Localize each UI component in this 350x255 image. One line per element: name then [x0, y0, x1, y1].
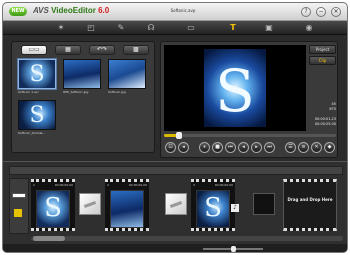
- title-bar: NEW AVS VideoEditor 6.0 Softonic.avp ? −…: [3, 3, 347, 21]
- zoom-slider[interactable]: [203, 246, 263, 252]
- tab-images[interactable]: ▦: [55, 45, 81, 55]
- image-thumbnail: [108, 59, 146, 89]
- clip-timecode: 00:00:00.00: [128, 183, 147, 187]
- prev-frame-button[interactable]: ◂: [178, 142, 189, 153]
- clip-index: 2: [107, 183, 109, 187]
- library-item-caption: WHI_Softonic.jpg: [63, 90, 89, 94]
- library-item[interactable]: Softonic.jpg: [108, 59, 146, 95]
- transitions-tool-icon[interactable]: ◰: [83, 23, 99, 33]
- speaker-icon[interactable]: ♪: [231, 204, 239, 212]
- track-header: [9, 178, 29, 234]
- library-tabs: ▭▭ ▦ ↶↷ ▩: [15, 45, 153, 55]
- preview-panel: S Project Clip 45 675 00:00:01.23 00:00:…: [160, 41, 338, 158]
- library-item[interactable]: S Softonic 1.avi: [17, 58, 57, 95]
- library-item-caption: Softonic_Ondula...: [18, 131, 46, 135]
- list-button[interactable]: ☰: [285, 142, 296, 153]
- clip-thumbnail: S: [17, 58, 57, 90]
- skip-start-button[interactable]: ⏮: [225, 142, 236, 153]
- status-bar: [3, 244, 347, 252]
- logo-version: 6.0: [98, 6, 110, 15]
- delete-button[interactable]: ✕: [311, 142, 322, 153]
- project-mode-button[interactable]: Project: [309, 45, 336, 54]
- library-item[interactable]: S Softonic_Ondula...: [18, 100, 56, 136]
- seek-handle[interactable]: [176, 132, 183, 139]
- app-window: NEW AVS VideoEditor 6.0 Softonic.avp ? −…: [2, 2, 348, 253]
- save-tool-icon[interactable]: ▣: [261, 23, 277, 33]
- timeline-clip[interactable]: 1 00:00:00.00 S: [31, 179, 75, 231]
- tab-effects[interactable]: ▩: [123, 45, 149, 55]
- text-tool-icon[interactable]: T: [225, 23, 241, 33]
- counter-b: 675: [329, 107, 336, 111]
- video-effects-tool-icon[interactable]: ✎: [113, 23, 129, 33]
- timeline-clip[interactable]: 2 00:00:00.00: [105, 179, 149, 231]
- stop-button[interactable]: ■: [212, 142, 223, 153]
- clip-thumbnail: S: [196, 190, 230, 228]
- preview-frame: S: [204, 49, 266, 127]
- transition-slot[interactable]: [79, 193, 101, 215]
- scrollbar-thumb[interactable]: [33, 236, 65, 241]
- timeline-ruler[interactable]: [9, 166, 343, 175]
- clip-thumbnail: S: [36, 190, 70, 228]
- transition-slot[interactable]: [165, 193, 187, 215]
- app-logo: AVS VideoEditor 6.0: [33, 6, 109, 15]
- media-library: ▭▭ ▦ ↶↷ ▩ S Softonic 1.avi WHI_Softonic.…: [11, 41, 155, 153]
- drop-zone[interactable]: Drag and Drop Here: [283, 179, 337, 231]
- image-thumbnail: [63, 59, 101, 89]
- new-badge[interactable]: NEW: [9, 7, 27, 16]
- clip-index: 1: [33, 183, 35, 187]
- current-time: 00:00:01.23: [314, 117, 336, 121]
- split-button[interactable]: ≡: [298, 142, 309, 153]
- seek-bar[interactable]: [164, 132, 336, 139]
- library-item[interactable]: WHI_Softonic.jpg: [63, 59, 101, 95]
- step-back-button[interactable]: ◂: [238, 142, 249, 153]
- skip-end-button[interactable]: ⏭: [264, 142, 275, 153]
- clip-index: 3: [193, 183, 195, 187]
- properties-button[interactable]: ◆: [324, 142, 335, 153]
- snapshot-button[interactable]: ⊡: [165, 142, 176, 153]
- produce-tool-icon[interactable]: ◉: [301, 23, 317, 33]
- audio-tool-icon[interactable]: ☊: [143, 23, 159, 33]
- total-time: 00:00:25.00: [314, 122, 336, 126]
- main-toolbar: ✶ ◰ ✎ ☊ ▭ T ▣ ◉: [3, 21, 347, 35]
- logo-name: VideoEditor: [51, 6, 96, 15]
- close-button[interactable]: ✕: [331, 7, 341, 17]
- timeline-scrollbar[interactable]: [31, 236, 343, 241]
- preview-screen: S: [164, 45, 306, 131]
- audio-track-icon[interactable]: [14, 209, 22, 217]
- pause-button[interactable]: ⏸: [199, 142, 210, 153]
- help-button[interactable]: ?: [301, 7, 311, 17]
- timeline-clip[interactable]: 3 00:00:00.00 S: [191, 179, 235, 231]
- clip-thumbnail: [110, 190, 144, 228]
- clip-thumbnail: S: [18, 100, 56, 130]
- video-track-icon[interactable]: [12, 193, 26, 198]
- zoom-handle[interactable]: [231, 246, 236, 252]
- transition-slot[interactable]: [253, 193, 275, 215]
- minimize-button[interactable]: −: [316, 7, 326, 17]
- tab-video[interactable]: ▭▭: [21, 45, 47, 55]
- counter-a: 45: [331, 102, 336, 106]
- clip-timecode: 00:00:00.00: [54, 183, 73, 187]
- document-title: Softonic.avp: [170, 8, 196, 13]
- clip-timecode: 00:00:00.00: [214, 183, 233, 187]
- clip-mode-button[interactable]: Clip: [309, 56, 336, 65]
- effects-tool-icon[interactable]: ✶: [53, 23, 69, 33]
- video-overlay-tool-icon[interactable]: ▭: [183, 23, 199, 33]
- library-item-caption: Softonic.jpg: [108, 90, 126, 94]
- tab-transitions[interactable]: ↶↷: [89, 45, 115, 55]
- timeline-panel: 1 00:00:00.00 S 2 00:00:00.00 3 00:00:00…: [3, 161, 347, 252]
- library-item-caption: Softonic 1.avi: [18, 90, 39, 94]
- step-forward-button[interactable]: ▸: [251, 142, 262, 153]
- logo-mark: AVS: [33, 6, 49, 15]
